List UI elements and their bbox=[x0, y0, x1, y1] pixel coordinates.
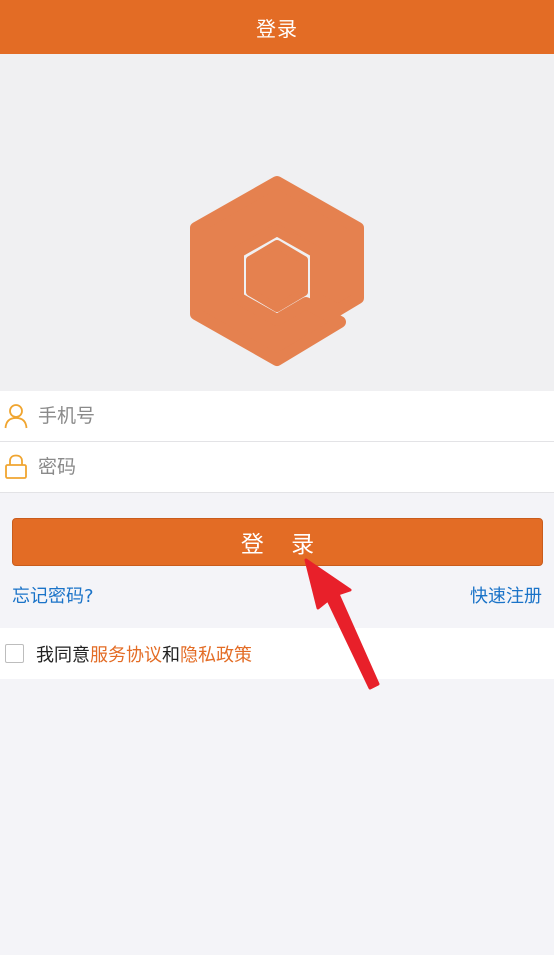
phone-field-row bbox=[0, 391, 554, 442]
password-input[interactable] bbox=[36, 446, 540, 488]
lock-icon bbox=[5, 454, 27, 479]
user-icon bbox=[4, 404, 28, 429]
agreement-conjunction: 和 bbox=[162, 645, 180, 666]
agreement-checkbox[interactable] bbox=[5, 644, 24, 663]
login-button-label: 登 录 bbox=[240, 532, 325, 558]
agreement-text: 我同意服务协议和隐私政策 bbox=[36, 641, 252, 667]
phone-input[interactable] bbox=[36, 395, 540, 437]
login-form bbox=[0, 391, 554, 493]
forgot-password-link[interactable]: 忘记密码? bbox=[12, 582, 94, 608]
top-bar: 登录 bbox=[0, 0, 554, 54]
agreement-prefix: 我同意 bbox=[36, 645, 90, 666]
login-button[interactable]: 登 录 bbox=[12, 518, 543, 566]
quick-register-link[interactable]: 快速注册 bbox=[470, 582, 542, 608]
hexagon-logo-icon bbox=[190, 176, 364, 366]
password-field-row bbox=[0, 442, 554, 493]
page-title: 登录 bbox=[256, 16, 298, 41]
service-terms-link[interactable]: 服务协议 bbox=[90, 645, 162, 666]
login-page: 登录 登 录 忘记密码? 快速注册 bbox=[0, 0, 554, 955]
agreement-row: 我同意服务协议和隐私政策 bbox=[0, 628, 554, 679]
logo-area bbox=[0, 54, 554, 391]
privacy-policy-link[interactable]: 隐私政策 bbox=[180, 645, 252, 666]
